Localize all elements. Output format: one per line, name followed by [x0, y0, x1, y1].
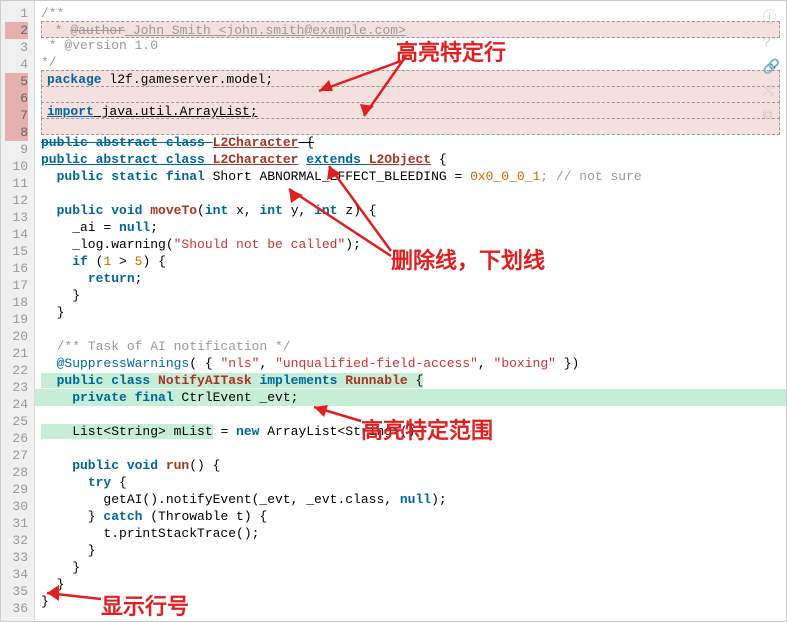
modifiers: private final [41, 390, 174, 405]
keyword-import: import [47, 104, 94, 119]
string: "boxing" [494, 356, 556, 371]
copy-icon[interactable]: ⧉ [763, 108, 780, 124]
javadoc-author: @author [70, 23, 125, 38]
keyword-null: null [400, 492, 431, 507]
code-text: } [41, 509, 103, 524]
package-name: l2f.gameserver.model; [102, 72, 274, 87]
code-text: { [408, 373, 424, 388]
method-name: run [166, 458, 189, 473]
info-icon[interactable]: ⓘ [763, 7, 780, 27]
class-name: NotifyAITask [158, 373, 252, 388]
code-text: ; [135, 271, 143, 286]
code-text: _ai = [41, 220, 119, 235]
link-icon[interactable]: 🔗 [763, 59, 780, 76]
code-text: ArrayList<String>() [259, 424, 415, 439]
type-int: int [259, 203, 282, 218]
code-text: ); [345, 237, 361, 252]
code-text: { [298, 135, 314, 150]
type-int: int [314, 203, 337, 218]
code-text: ); [431, 492, 447, 507]
var-name: _evt; [259, 390, 298, 405]
number: 5 [135, 254, 143, 269]
string-literal: "Should not be called" [174, 237, 346, 252]
string: "unqualified-field-access" [275, 356, 478, 371]
interface-name: Runnable [345, 373, 407, 388]
class-decl: public class [41, 373, 158, 388]
shuffle-icon[interactable]: ⤭ [763, 84, 780, 100]
javadoc-version: @version [64, 38, 126, 53]
code-text: } [35, 287, 786, 304]
class-name: L2Character [213, 135, 299, 150]
type: CtrlEvent [174, 390, 260, 405]
modifiers: public static final [41, 169, 205, 184]
code-text: } [35, 576, 786, 593]
code-text: } [35, 593, 786, 610]
keyword-extends: extends [306, 152, 368, 167]
code-text: ; [150, 220, 158, 235]
code-text: () { [189, 458, 220, 473]
code-text: t.printStackTrace(); [35, 525, 786, 542]
version-text: 1.0 [127, 38, 158, 53]
type-int: int [205, 203, 228, 218]
code-text: getAI().notifyEvent(_evt, _evt.class, [41, 492, 400, 507]
code-text: { [111, 475, 127, 490]
class-decl: public abstract class [41, 152, 213, 167]
number-literal: 0x0_0_0_1 [470, 169, 540, 184]
string: "nls" [220, 356, 259, 371]
modifiers: public void [41, 458, 166, 473]
code-text: _log.warning( [41, 237, 174, 252]
keyword-new: new [236, 424, 259, 439]
line-number-gutter: 1234 5678 9101112 13141516 17181920 2122… [1, 1, 35, 621]
code-area[interactable]: /** * @author John Smith <john.smith@exa… [35, 1, 786, 621]
author-name: John Smith <john.smith@example.com> [125, 23, 406, 38]
code-text: } [35, 304, 786, 321]
question-icon[interactable]: ? [763, 35, 780, 51]
code-text: } [35, 542, 786, 559]
import-name: java.util.ArrayList; [94, 104, 258, 119]
editor-icons: ⓘ ? 🔗 ⤭ ⧉ [763, 7, 780, 124]
code-text: /** [41, 6, 64, 21]
keyword-implements: implements [252, 373, 346, 388]
keyword-catch: catch [103, 509, 142, 524]
class-name: L2Character [213, 152, 299, 167]
number: 1 [103, 254, 111, 269]
code-text: (Throwable t) { [142, 509, 267, 524]
annotation: @SuppressWarnings [41, 356, 189, 371]
method-name: moveTo [150, 203, 197, 218]
keyword-null: null [119, 220, 150, 235]
code-text: } [35, 559, 786, 576]
class-decl: public abstract class [41, 135, 213, 150]
code-editor: 1234 5678 9101112 13141516 17181920 2122… [1, 1, 786, 621]
comment: ; // not sure [540, 169, 641, 184]
type: Short [205, 169, 260, 184]
var-name: ABNORMAL_EFFECT_BLEEDING = [259, 169, 470, 184]
superclass: L2Object [369, 152, 431, 167]
code-text: { [431, 152, 447, 167]
keyword-package: package [47, 72, 102, 87]
javadoc: /** Task of AI notification */ [41, 339, 291, 354]
code-text: */ [41, 55, 57, 70]
